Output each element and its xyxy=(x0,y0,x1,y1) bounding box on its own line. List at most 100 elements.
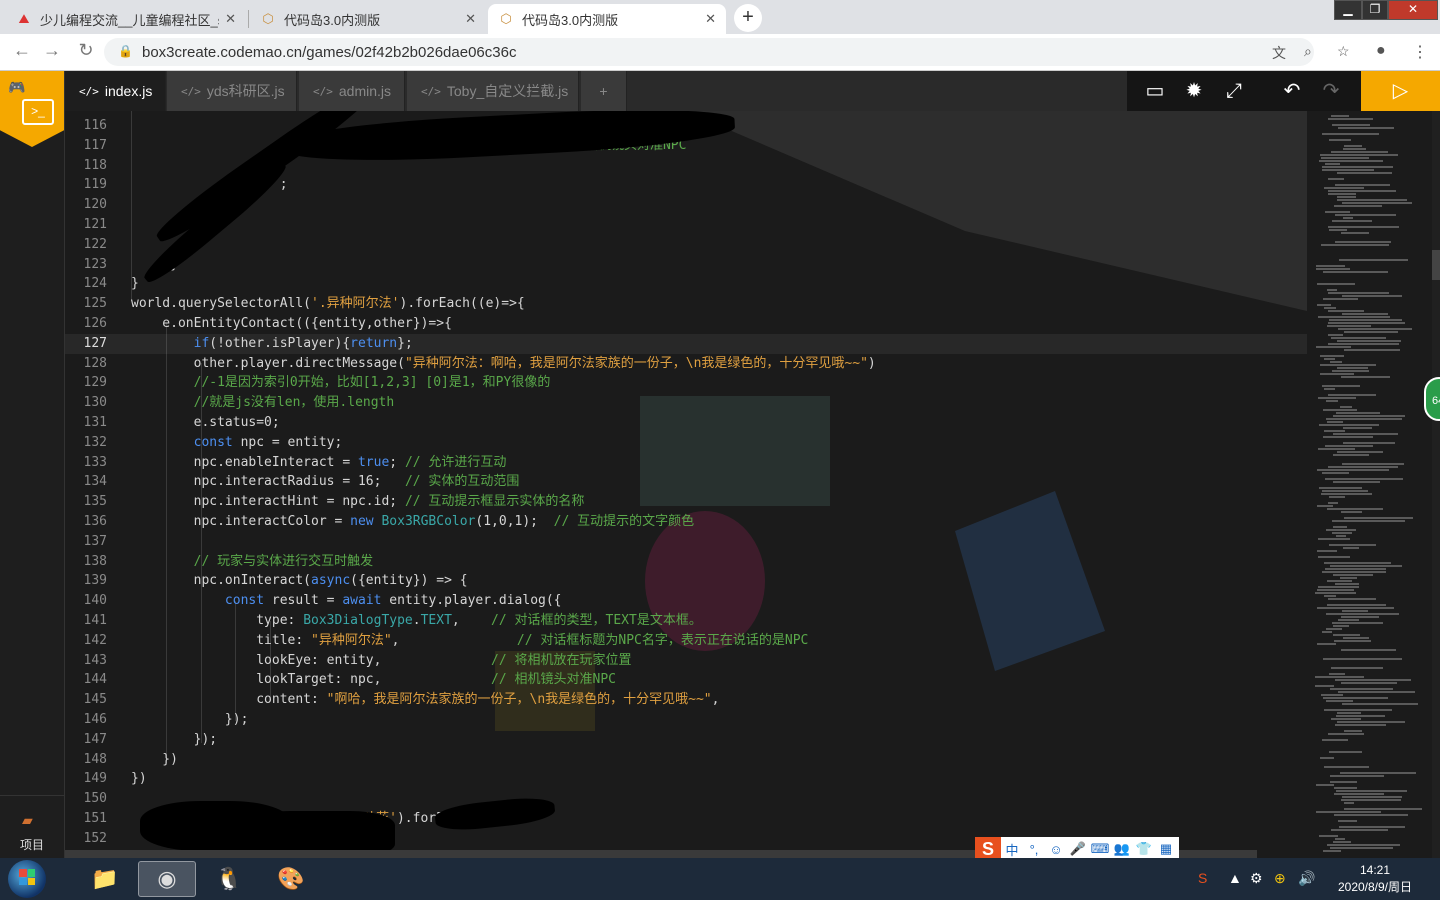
ime-skin-icon[interactable]: 👕 xyxy=(1133,841,1155,857)
omnibox[interactable]: 🔒 box3create.codemao.cn/games/02f42b2b02… xyxy=(104,38,1350,66)
file-tab-toby[interactable]: </> Toby_自定义拦截.js xyxy=(407,71,579,111)
code-text[interactable]: }) xyxy=(131,769,147,789)
close-window-icon[interactable]: ✕ xyxy=(1388,0,1438,20)
code-line[interactable]: 145 content: "啊哈，我是阿尔法家族的一份子，\n我是绿色的，十分罕… xyxy=(65,690,1307,710)
code-text[interactable]: }); xyxy=(131,710,249,730)
file-explorer-icon[interactable]: 📁 xyxy=(76,861,134,897)
maximize-icon[interactable]: ❐ xyxy=(1362,0,1388,20)
code-line[interactable]: 144 lookTarget: npc, // 相机镜头对准NPC xyxy=(65,670,1307,690)
profile-icon[interactable]: ● xyxy=(1376,42,1386,60)
code-line[interactable]: 149}) xyxy=(65,769,1307,789)
code-text[interactable]: lookTarget: npc, // 相机镜头对准NPC xyxy=(131,670,616,690)
code-text[interactable]: title: "异种阿尔法", // 对话框标题为NPC名字，表示正在说话的是N… xyxy=(131,631,808,651)
debug-bug-icon[interactable]: ✹ xyxy=(1180,79,1208,103)
scrollbar-thumb[interactable] xyxy=(1432,250,1440,280)
code-line[interactable]: 141 type: Box3DialogType.TEXT, // 对话框的类型… xyxy=(65,611,1307,631)
file-tab-index[interactable]: </> index.js xyxy=(65,71,166,111)
translate-icon[interactable]: 文 xyxy=(1272,43,1286,63)
chrome-icon[interactable]: ◉ xyxy=(138,861,196,897)
url-text[interactable]: box3create.codemao.cn/games/02f42b2b026d… xyxy=(142,44,516,61)
code-line[interactable]: 135 npc.interactHint = npc.id; // 互动提示框显… xyxy=(65,492,1307,512)
run-button[interactable]: ▷ xyxy=(1361,71,1440,111)
close-tab-icon[interactable]: ✕ xyxy=(465,11,476,27)
code-line[interactable]: 125 world.querySelectorAll('.异种阿尔法').forE… xyxy=(65,294,1307,314)
code-line[interactable]: 143 lookEye: entity, // 将相机放在玩家位置 xyxy=(65,651,1307,671)
code-text[interactable]: //就是js没有len，使用.length xyxy=(131,393,395,413)
network-tray-icon[interactable]: ⚙ xyxy=(1250,870,1263,887)
code-text[interactable]: npc.onInteract(async({entity}) => { xyxy=(131,571,468,591)
back-icon[interactable]: ← xyxy=(10,40,34,61)
code-line[interactable]: 129 //-1是因为索引0开始，比如[1,2,3] [0]是1，和PY很像的 xyxy=(65,373,1307,393)
browser-tab-3-active[interactable]: ⬡ 代码岛3.0内测版 ✕ xyxy=(488,4,726,34)
reload-icon[interactable]: ↻ xyxy=(74,40,98,61)
code-line[interactable]: 147 }); xyxy=(65,730,1307,750)
ime-toolbox-icon[interactable]: ▦ xyxy=(1155,841,1177,857)
redo-icon[interactable]: ↷ xyxy=(1317,79,1345,103)
code-minimap[interactable] xyxy=(1307,111,1432,858)
code-line[interactable]: 124} xyxy=(65,274,1307,294)
start-button[interactable] xyxy=(8,860,46,898)
code-text[interactable]: npc.interactHint = npc.id; // 互动提示框显示实体的… xyxy=(131,492,585,512)
code-line[interactable]: 133 npc.enableInteract = true; // 允许进行互动 xyxy=(65,453,1307,473)
code-text[interactable]: }) xyxy=(131,750,178,770)
zoom-icon[interactable]: ⌕ xyxy=(1304,43,1312,60)
code-text[interactable]: type: Box3DialogType.TEXT, // 对话框的类型，TEX… xyxy=(131,611,702,631)
minimize-icon[interactable]: ▁ xyxy=(1334,0,1362,20)
code-line[interactable]: 128 other.player.directMessage("异种阿尔法：啊哈… xyxy=(65,354,1307,374)
file-tab-admin[interactable]: </> admin.js xyxy=(299,71,405,111)
ime-user-icon[interactable]: 👥 xyxy=(1111,841,1133,857)
volume-icon[interactable]: 🔊 xyxy=(1298,870,1315,887)
code-line[interactable]: 148 }) xyxy=(65,750,1307,770)
paint-icon[interactable]: 🎨 xyxy=(262,861,320,897)
code-text[interactable]: npc.interactColor = new Box3RGBColor(1,0… xyxy=(131,512,695,532)
ime-language-toggle[interactable]: 中 xyxy=(1001,840,1023,859)
tray-expand-icon[interactable]: ▲ xyxy=(1228,870,1242,886)
security-tray-icon[interactable]: ⊕ xyxy=(1274,870,1286,887)
project-button[interactable]: ▰ 项目 xyxy=(0,795,64,856)
forward-icon[interactable]: → xyxy=(40,40,64,61)
code-line[interactable]: 140 const result = await entity.player.d… xyxy=(65,591,1307,611)
sogou-tray-icon[interactable]: S xyxy=(1198,870,1207,886)
ime-keyboard-icon[interactable]: ⌨ xyxy=(1089,841,1111,857)
code-line[interactable]: 142 title: "异种阿尔法", // 对话框标题为NPC名字，表示正在说… xyxy=(65,631,1307,651)
code-line[interactable]: 127 if(!other.isPlayer){return}; xyxy=(65,333,1307,354)
file-tab-yds[interactable]: </> yds科研区.js xyxy=(167,71,297,111)
code-text[interactable]: }); xyxy=(131,730,217,750)
system-clock[interactable]: 14:21 2020/8/9/周日 xyxy=(1320,862,1430,896)
undo-icon[interactable]: ↶ xyxy=(1278,79,1306,103)
code-line[interactable]: 146 }); xyxy=(65,710,1307,730)
ime-voice-icon[interactable]: 🎤 xyxy=(1067,841,1089,857)
code-line[interactable]: 121 } xyxy=(65,215,1307,235)
code-line[interactable]: 126 e.onEntityContact(({entity,other})=>… xyxy=(65,314,1307,334)
qq-penguin-icon[interactable]: 🐧 xyxy=(200,861,258,897)
code-line[interactable]: 123 } xyxy=(65,255,1307,275)
code-text[interactable]: world.querySelectorAll('.异种阿尔法').forEach… xyxy=(131,294,525,314)
code-text[interactable]: // 玩家与实体进行交互时触发 xyxy=(131,552,373,572)
code-line[interactable]: 139 npc.onInteract(async({entity}) => { xyxy=(65,571,1307,591)
close-tab-icon[interactable]: ✕ xyxy=(705,11,716,27)
close-tab-icon[interactable]: ✕ xyxy=(225,11,236,27)
code-line[interactable]: 138 // 玩家与实体进行交互时触发 xyxy=(65,552,1307,572)
code-text[interactable]: other.player.directMessage("异种阿尔法：啊哈，我是阿… xyxy=(131,354,876,374)
code-text[interactable]: if(!other.isPlayer){return}; xyxy=(131,334,413,354)
code-line[interactable]: 132 const npc = entity; xyxy=(65,433,1307,453)
code-line[interactable]: 136 npc.interactColor = new Box3RGBColor… xyxy=(65,512,1307,532)
browser-tab-1[interactable]: ⛰ 少儿编程交流__儿童编程社区_sc ✕ xyxy=(6,4,246,34)
editor-logo[interactable]: 🎮 >_ xyxy=(0,71,64,147)
code-text[interactable]: const npc = entity; xyxy=(131,433,343,453)
code-line[interactable]: 137 xyxy=(65,532,1307,552)
vertical-scrollbar[interactable] xyxy=(1432,111,1440,858)
code-editor[interactable]: 116117 // 相机镜头对准NPC118119 ;120121 }12212… xyxy=(65,111,1307,858)
code-text[interactable]: npc.interactRadius = 16; // 实体的互动范围 xyxy=(131,472,520,492)
code-line[interactable]: 130 //就是js没有len，使用.length xyxy=(65,393,1307,413)
code-line[interactable]: 131 e.status=0; xyxy=(65,413,1307,433)
code-text[interactable]: } xyxy=(131,274,139,294)
new-tab-button[interactable]: + xyxy=(734,4,762,32)
lock-icon[interactable]: 🔒 xyxy=(118,44,133,58)
status-badge[interactable]: 64 xyxy=(1424,377,1440,421)
expand-icon[interactable]: ⤢ xyxy=(1220,79,1248,103)
ime-punctuation-icon[interactable]: °, xyxy=(1023,842,1045,857)
code-text[interactable]: npc.enableInteract = true; // 允许进行互动 xyxy=(131,453,507,473)
code-line[interactable]: 134 npc.interactRadius = 16; // 实体的互动范围 xyxy=(65,472,1307,492)
code-text[interactable]: e.status=0; xyxy=(131,413,280,433)
